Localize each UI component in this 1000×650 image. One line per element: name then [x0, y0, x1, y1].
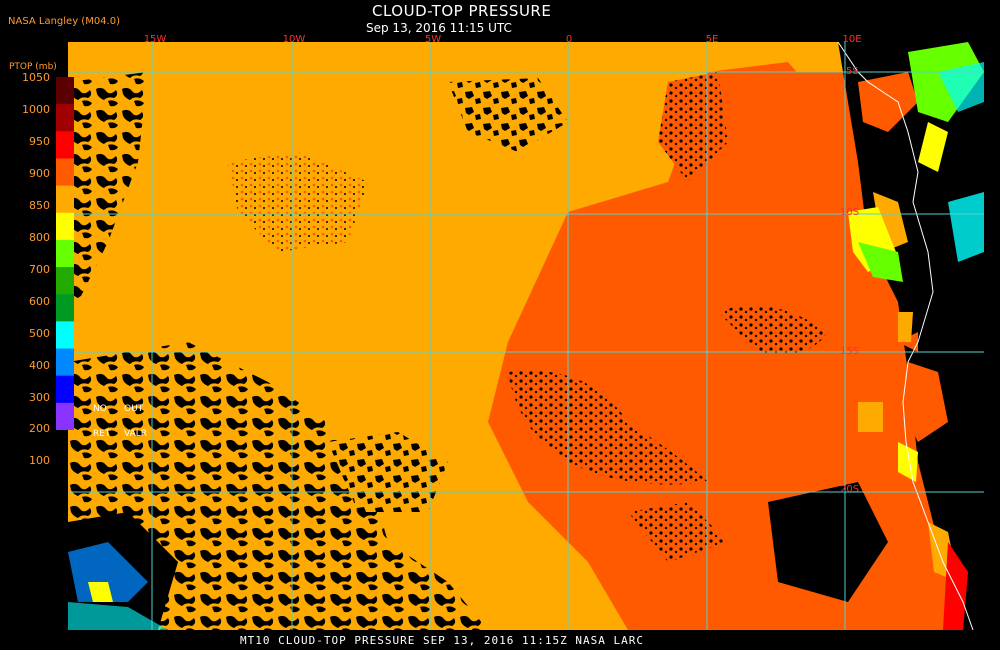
colorbar-tick: 300	[29, 391, 50, 404]
colorbar-tick: 1050	[22, 71, 50, 84]
lon-label-5w: 5W	[424, 34, 442, 45]
colorbar-swatch	[56, 104, 74, 132]
cloud-top-pressure-map	[68, 42, 984, 630]
colorbar-swatch	[56, 294, 74, 322]
colorbar-tick: 500	[29, 327, 50, 340]
colorbar-tick: 900	[29, 167, 50, 180]
colorbar-note-out: OUT	[124, 404, 144, 414]
colorbar-swatch	[56, 239, 74, 268]
colorbar-tick: 100	[29, 454, 50, 467]
colorbar-tick: 1000	[22, 103, 50, 116]
colorbar-swatch	[56, 267, 74, 295]
pressure-colorbar	[56, 77, 74, 430]
lat-label-15s: 15S	[840, 346, 860, 357]
lon-label-10w: 10W	[282, 34, 306, 45]
colorbar-swatch	[56, 402, 74, 430]
credit-label: NASA Langley (M04.0)	[8, 16, 120, 27]
colorbar-swatch	[56, 77, 74, 105]
lat-label-20s: 20S	[840, 484, 860, 495]
colorbar-tick: 850	[29, 199, 50, 212]
lon-label-15w: 15W	[143, 34, 167, 45]
lat-label-5s: 5S	[846, 66, 859, 77]
colorbar-swatch	[56, 375, 74, 404]
lon-label-10e: 10E	[842, 34, 862, 45]
colorbar-swatch	[56, 348, 74, 377]
satellite-map-panel: NASA Langley (M04.0) CLOUD-TOP PRESSURE …	[0, 0, 1000, 650]
lat-label-10s: 10S	[840, 207, 860, 218]
lon-label-0: 0	[565, 34, 573, 45]
footer-caption: MT10 CLOUD-TOP PRESSURE SEP 13, 2016 11:…	[240, 634, 644, 647]
colorbar-tick: 400	[29, 359, 50, 372]
map-title: CLOUD-TOP PRESSURE	[372, 2, 552, 20]
colorbar-swatch	[56, 158, 74, 187]
colorbar-note-no: NO	[93, 404, 107, 414]
colorbar-swatch	[56, 321, 74, 350]
colorbar-note-ret: RET	[93, 429, 111, 439]
colorbar-swatch	[56, 212, 74, 241]
colorbar-swatch	[56, 185, 74, 214]
colorbar-tick: 600	[29, 295, 50, 308]
map-subtitle: Sep 13, 2016 11:15 UTC	[366, 21, 512, 35]
colorbar-tick: 700	[29, 263, 50, 276]
colorbar-swatch	[56, 131, 74, 159]
colorbar-tick: 800	[29, 231, 50, 244]
colorbar-tick: 950	[29, 135, 50, 148]
colorbar-tick: 200	[29, 422, 50, 435]
lon-label-5e: 5E	[705, 34, 719, 45]
colorbar-note-valr: VALR	[124, 429, 148, 439]
